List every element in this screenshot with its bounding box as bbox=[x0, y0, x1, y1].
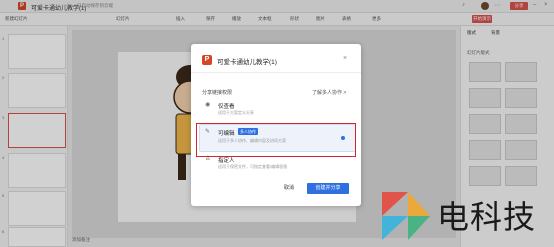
watermark-logo bbox=[382, 192, 430, 240]
option-view-only[interactable]: 仅查看 bbox=[218, 102, 235, 110]
option-desc: 适用于方案定义分享 bbox=[218, 110, 254, 115]
cancel-button[interactable]: 取消 bbox=[277, 183, 301, 194]
option-specific-people[interactable]: 指定人 bbox=[218, 156, 235, 164]
learn-collab-link[interactable]: 了解多人协作 > bbox=[312, 89, 346, 96]
watermark-text: 电科技 bbox=[437, 198, 537, 236]
option-desc: 适用于保密文件，可指定查看/编辑权限 bbox=[218, 164, 288, 169]
close-icon[interactable]: × bbox=[343, 55, 347, 62]
divider bbox=[191, 72, 361, 73]
create-share-button[interactable]: 创建并分享 bbox=[307, 183, 349, 194]
dialog-app-icon: P bbox=[202, 55, 212, 65]
eye-icon: ◉ bbox=[205, 102, 211, 108]
dialog-title: 可爱卡通幼儿教学(1) bbox=[217, 59, 277, 66]
annotation-highlight bbox=[196, 123, 356, 157]
permission-label: 分享链接权限 bbox=[202, 90, 233, 96]
